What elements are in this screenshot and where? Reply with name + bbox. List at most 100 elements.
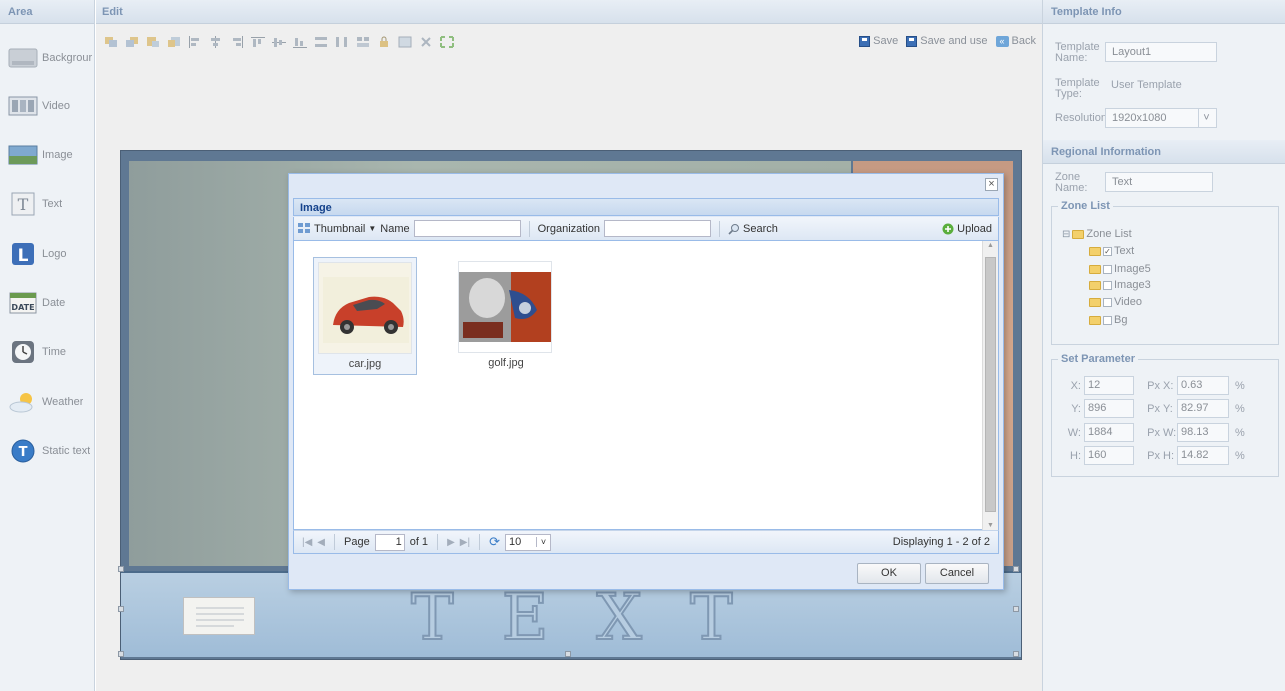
w-px-input[interactable]: 1884 [1084,423,1134,442]
page-number-input[interactable]: 1 [374,533,405,551]
search-button[interactable]: Search [728,223,778,235]
zone-checkbox-text[interactable]: ✓ [1103,246,1112,256]
h-pct-input[interactable]: 14.82 [1177,446,1229,465]
distribute-vertical-icon[interactable] [314,36,328,48]
back-button[interactable]: « Back [995,35,1036,47]
area-item-background[interactable]: Backgrour [0,38,95,78]
resize-handle[interactable] [1013,651,1019,657]
send-to-back-icon[interactable] [167,36,181,48]
bring-forward-icon[interactable] [104,36,118,48]
resize-handle[interactable] [118,651,124,657]
thumbnail-grid-icon [298,223,310,233]
align-bottom-icon[interactable] [293,36,307,48]
organization-search-input[interactable] [604,220,711,237]
area-item-time[interactable]: Time [0,332,95,372]
name-search-input[interactable] [413,220,521,237]
image-thumbnail-golf[interactable]: golf.jpg [454,257,558,375]
zone-item[interactable]: ✓ Text [1089,245,1134,257]
page-size-select[interactable]: 10 ˅ [504,533,551,551]
distribute-horizontal-icon[interactable] [335,36,349,48]
first-page-icon[interactable]: |◀ [302,537,312,548]
save-and-use-button[interactable]: Save and use [906,35,988,47]
param-row-x: X: 12 Px X: 0.63 % [1057,376,1245,395]
vertical-scrollbar[interactable]: ▲ ▼ [982,241,998,530]
resize-handle[interactable] [1013,606,1019,612]
zone-checkbox-bg[interactable] [1103,315,1112,325]
zone-item[interactable]: Image3 [1089,279,1151,291]
view-mode-button[interactable]: Thumbnail ▼ [298,223,376,235]
edit-title: Edit [96,0,1042,24]
name-label: Name [380,222,410,235]
zone-item[interactable]: Image5 [1089,263,1151,275]
toolbar-separator [719,220,720,237]
save-toolbar: Save Save and use « Back [859,35,1036,47]
w-pct-input[interactable]: 98.13 [1177,423,1229,442]
document-icon [183,597,255,635]
dialog-toolbar: Thumbnail ▼ Name Organization Search Upl… [293,217,999,241]
resize-handle[interactable] [118,606,124,612]
lock-icon[interactable] [377,36,391,48]
save-button[interactable]: Save [859,35,898,47]
area-item-text[interactable]: T Text [0,184,95,224]
cancel-button[interactable]: Cancel [925,563,989,584]
zone-checkbox-image3[interactable] [1103,280,1112,290]
scrollbar-thumb[interactable] [985,257,996,512]
area-item-static-text[interactable]: T Static text [0,431,95,471]
resize-handle[interactable] [1013,566,1019,572]
prev-page-icon[interactable]: ◀ [317,537,325,548]
same-size-icon[interactable] [356,36,370,48]
dialog-title: Image [293,198,999,216]
image-icon [8,140,38,170]
area-item-video[interactable]: Video [0,86,95,126]
zone-checkbox-image5[interactable] [1103,264,1112,274]
h-px-input[interactable]: 160 [1084,446,1134,465]
golf-image [458,261,552,353]
zone-item[interactable]: Bg [1089,314,1127,326]
upload-button[interactable]: Upload [942,223,992,235]
zone-checkbox-video[interactable] [1103,297,1112,307]
send-backward-icon[interactable] [125,36,139,48]
close-icon[interactable]: × [985,178,998,191]
area-item-label: Logo [42,248,67,260]
param-row-y: Y: 896 Px Y: 82.97 % [1057,399,1245,418]
set-parameter-legend: Set Parameter [1061,353,1135,365]
zone-tree-root[interactable]: ⊟ Zone List [1062,228,1132,240]
thumbnail-caption: car.jpg [348,358,382,370]
last-page-icon[interactable]: ▶| [460,537,470,548]
zone-list-legend: Zone List [1061,200,1110,212]
resolution-select[interactable]: 1920x1080 ˅ [1105,108,1217,128]
align-right-icon[interactable] [230,36,244,48]
area-item-logo[interactable]: L Logo [0,234,95,274]
area-item-weather[interactable]: Weather [0,382,95,422]
ok-button[interactable]: OK [857,563,921,584]
resolution-label: Resolution: [1055,112,1111,124]
text-icon: T [8,189,38,219]
image-dialog: × Image Thumbnail ▼ Name Organization Se… [288,173,1004,590]
bring-to-front-icon[interactable] [146,36,160,48]
align-top-icon[interactable] [251,36,265,48]
align-middle-icon[interactable] [272,36,286,48]
x-pct-input[interactable]: 0.63 [1177,376,1229,395]
scroll-up-icon[interactable]: ▲ [987,242,994,249]
align-center-icon[interactable] [209,36,223,48]
expand-icon[interactable] [440,36,454,48]
delete-icon[interactable] [419,36,433,48]
collapse-icon[interactable]: ⊟ [1062,229,1070,240]
x-px-input[interactable]: 12 [1084,376,1134,395]
next-page-icon[interactable]: ▶ [447,537,455,548]
zone-item[interactable]: Video [1089,296,1142,308]
image-thumbnail-car[interactable]: car.jpg [313,257,417,375]
template-name-input[interactable]: Layout1 [1105,42,1217,62]
align-left-icon[interactable] [188,36,202,48]
resize-handle[interactable] [565,651,571,657]
area-panel: Area Backgrour Video Image T Text L Logo… [0,0,95,691]
zone-name-input[interactable]: Text [1105,172,1213,192]
area-item-date[interactable]: DATE Date [0,283,95,323]
y-pct-input[interactable]: 82.97 [1177,399,1229,418]
y-px-input[interactable]: 896 [1084,399,1134,418]
area-item-image[interactable]: Image [0,135,95,175]
resize-handle[interactable] [118,566,124,572]
fullscreen-icon[interactable] [398,36,412,48]
refresh-icon[interactable]: ⟳ [489,534,500,550]
scroll-down-icon[interactable]: ▼ [987,522,994,529]
